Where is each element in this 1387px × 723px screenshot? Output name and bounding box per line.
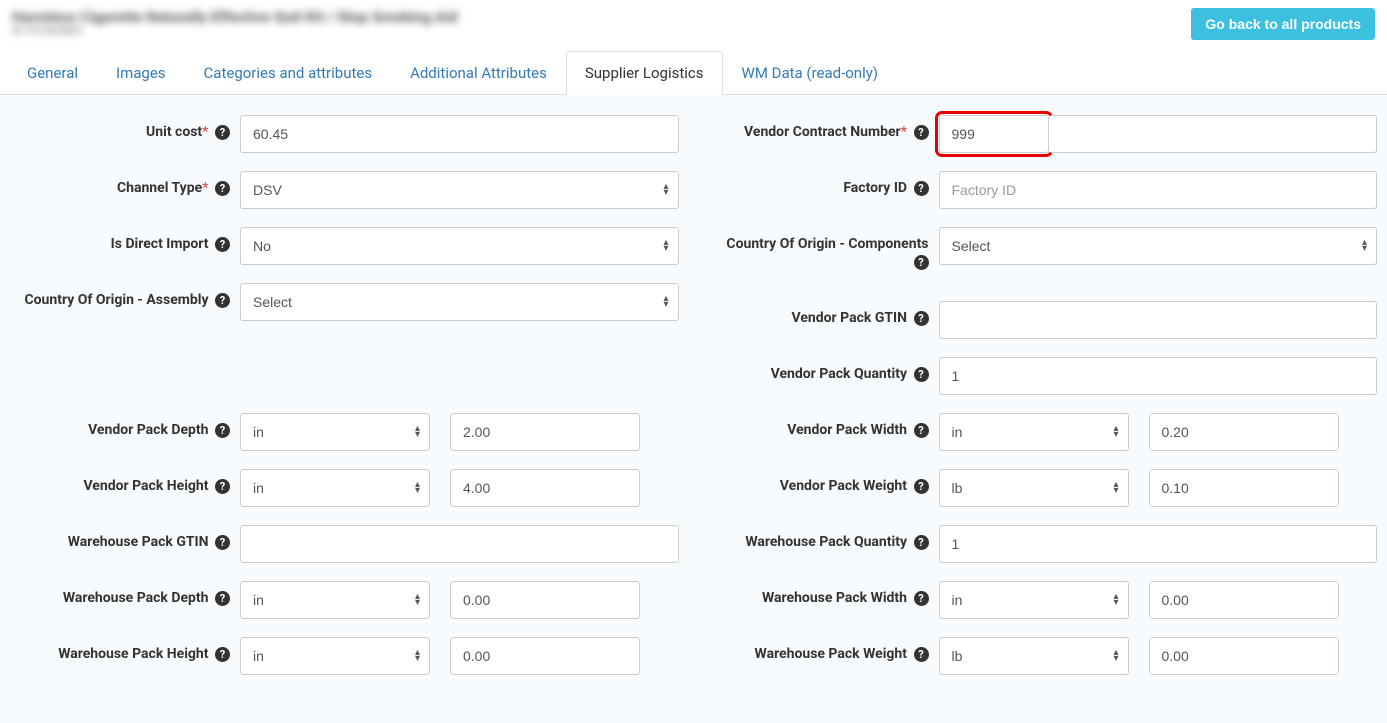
help-icon[interactable]: ?	[914, 647, 929, 662]
vendor-pack-weight-unit-select[interactable]: lb	[939, 469, 1129, 507]
label-vendor-pack-depth: Vendor Pack Depth ?	[10, 413, 240, 439]
label-coo-assembly: Country Of Origin - Assembly ?	[10, 283, 240, 309]
help-icon[interactable]: ?	[914, 479, 929, 494]
help-icon[interactable]: ?	[914, 367, 929, 382]
label-unit-cost: Unit cost* ?	[10, 115, 240, 141]
label-coo-components: Country Of Origin - Components ?	[709, 227, 939, 271]
factory-id-input[interactable]	[939, 171, 1378, 209]
warehouse-pack-depth-input[interactable]	[450, 581, 640, 619]
label-vendor-pack-quantity: Vendor Pack Quantity ?	[709, 357, 939, 383]
label-warehouse-pack-depth: Warehouse Pack Depth ?	[10, 581, 240, 607]
vendor-pack-gtin-input[interactable]	[939, 301, 1378, 339]
warehouse-pack-depth-unit-select[interactable]: in	[240, 581, 430, 619]
help-icon[interactable]: ?	[914, 311, 929, 326]
tab-supplier-logistics[interactable]: Supplier Logistics	[566, 51, 723, 95]
vendor-contract-number-rest	[1049, 115, 1378, 153]
label-warehouse-pack-weight: Warehouse Pack Weight ?	[709, 637, 939, 663]
help-icon[interactable]: ?	[914, 591, 929, 606]
vendor-pack-weight-input[interactable]	[1149, 469, 1339, 507]
warehouse-pack-height-unit-select[interactable]: in	[240, 637, 430, 675]
warehouse-pack-weight-unit-select[interactable]: lb	[939, 637, 1129, 675]
label-vendor-pack-width: Vendor Pack Width ?	[709, 413, 939, 439]
channel-type-select[interactable]: DSV	[240, 171, 679, 209]
help-icon[interactable]: ?	[215, 479, 230, 494]
label-factory-id: Factory ID ?	[709, 171, 939, 197]
go-back-button[interactable]: Go back to all products	[1191, 8, 1375, 40]
help-icon[interactable]: ?	[215, 535, 230, 550]
coo-assembly-select[interactable]: Select	[240, 283, 679, 321]
warehouse-pack-height-input[interactable]	[450, 637, 640, 675]
label-is-direct-import: Is Direct Import ?	[10, 227, 240, 253]
tab-bar: General Images Categories and attributes…	[0, 50, 1387, 95]
vendor-pack-depth-unit-select[interactable]: in	[240, 413, 430, 451]
label-vendor-contract-number: Vendor Contract Number* ?	[709, 115, 939, 141]
help-icon[interactable]: ?	[215, 125, 230, 140]
warehouse-pack-quantity-input[interactable]	[939, 525, 1378, 563]
help-icon[interactable]: ?	[215, 293, 230, 308]
tab-additional-attributes[interactable]: Additional Attributes	[391, 51, 566, 95]
help-icon[interactable]: ?	[215, 237, 230, 252]
product-subtitle: ID: 975 88 8829	[12, 26, 458, 37]
is-direct-import-select[interactable]: No	[240, 227, 679, 265]
vendor-contract-number-input[interactable]	[939, 115, 1049, 153]
tab-images[interactable]: Images	[97, 51, 185, 95]
coo-components-select[interactable]: Select	[939, 227, 1378, 265]
label-warehouse-pack-quantity: Warehouse Pack Quantity ?	[709, 525, 939, 551]
help-icon[interactable]: ?	[914, 255, 929, 270]
layout-spacer	[10, 357, 679, 413]
vendor-pack-width-unit-select[interactable]: in	[939, 413, 1129, 451]
label-vendor-pack-gtin: Vendor Pack GTIN ?	[709, 301, 939, 327]
tab-general[interactable]: General	[8, 51, 97, 95]
help-icon[interactable]: ?	[914, 181, 929, 196]
supplier-logistics-form: Unit cost* ? Channel Type* ? DSV	[0, 95, 1387, 723]
warehouse-pack-width-unit-select[interactable]: in	[939, 581, 1129, 619]
label-vendor-pack-height: Vendor Pack Height ?	[10, 469, 240, 495]
unit-cost-input[interactable]	[240, 115, 679, 153]
warehouse-pack-weight-input[interactable]	[1149, 637, 1339, 675]
label-channel-type: Channel Type* ?	[10, 171, 240, 197]
product-header: Harmless Cigarette Naturally Effective Q…	[12, 8, 458, 37]
warehouse-pack-width-input[interactable]	[1149, 581, 1339, 619]
help-icon[interactable]: ?	[215, 181, 230, 196]
help-icon[interactable]: ?	[215, 591, 230, 606]
label-warehouse-pack-height: Warehouse Pack Height ?	[10, 637, 240, 663]
label-warehouse-pack-gtin: Warehouse Pack GTIN ?	[10, 525, 240, 551]
warehouse-pack-gtin-input[interactable]	[240, 525, 679, 563]
tab-categories[interactable]: Categories and attributes	[185, 51, 392, 95]
help-icon[interactable]: ?	[914, 423, 929, 438]
tab-wm-data[interactable]: WM Data (read-only)	[723, 51, 898, 95]
help-icon[interactable]: ?	[215, 423, 230, 438]
vendor-pack-quantity-input[interactable]	[939, 357, 1378, 395]
label-warehouse-pack-width: Warehouse Pack Width ?	[709, 581, 939, 607]
vendor-pack-height-input[interactable]	[450, 469, 640, 507]
help-icon[interactable]: ?	[914, 535, 929, 550]
help-icon[interactable]: ?	[914, 125, 929, 140]
vendor-pack-width-input[interactable]	[1149, 413, 1339, 451]
help-icon[interactable]: ?	[215, 647, 230, 662]
vendor-pack-depth-input[interactable]	[450, 413, 640, 451]
vendor-pack-height-unit-select[interactable]: in	[240, 469, 430, 507]
product-title: Harmless Cigarette Naturally Effective Q…	[12, 8, 458, 26]
label-vendor-pack-weight: Vendor Pack Weight ?	[709, 469, 939, 495]
